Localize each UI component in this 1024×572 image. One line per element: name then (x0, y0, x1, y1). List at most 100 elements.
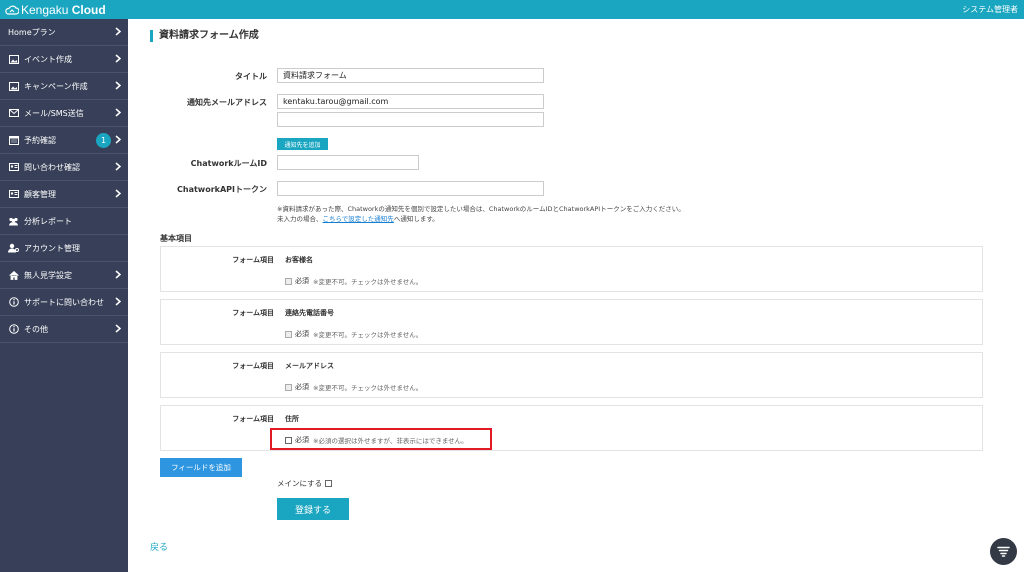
menu-fab-button[interactable] (990, 538, 1017, 565)
sidebar-item-reservation[interactable]: 予約確認 1 (0, 127, 128, 154)
sidebar-item-label: 予約確認 (24, 135, 56, 145)
sidebar-item-label: 顧客管理 (24, 189, 56, 199)
sidebar-item-analytics[interactable]: 分析レポート (0, 208, 128, 235)
title-input[interactable] (277, 68, 544, 83)
required-note: ※変更不可。チェックは外せません。 (313, 384, 423, 392)
image-icon (8, 81, 19, 92)
home-icon (8, 270, 19, 281)
chevron-right-icon (115, 297, 121, 306)
back-link[interactable]: 戻る (150, 540, 168, 553)
title-label: タイトル (235, 72, 267, 81)
users-icon (8, 216, 19, 227)
chatwork-note-line-1: ※資料請求があった際、Chatworkの通知先を個別で設定したい場合は、Chat… (277, 205, 685, 213)
sidebar-item-label: アカウント管理 (24, 243, 80, 253)
notify-settings-link[interactable]: こちらで設定した通知先 (323, 215, 394, 223)
sidebar-item-mail-sms[interactable]: メール/SMS送信 (0, 100, 128, 127)
form-field-name: 住所 (285, 415, 299, 423)
sidebar-item-home-plan[interactable]: Homeプラン (0, 19, 128, 46)
required-checkbox-disabled (285, 330, 292, 338)
sidebar-item-customers[interactable]: 顧客管理 (0, 181, 128, 208)
form-field-name: 連絡先電話番号 (285, 309, 334, 317)
form-field-label: フォーム項目 (232, 256, 274, 264)
user-gear-icon (8, 243, 19, 254)
chevron-right-icon (115, 108, 121, 117)
form-field-box: フォーム項目 お客様名 必須 ※変更不可。チェックは外せません。 (160, 246, 983, 292)
sidebar-item-label: キャンペーン作成 (24, 81, 88, 91)
chevron-right-icon (115, 81, 121, 90)
chevron-right-icon (115, 135, 121, 144)
required-label: 必須 (295, 436, 309, 444)
chatwork-room-input[interactable] (277, 155, 419, 170)
logo-prefix: Kengaku (21, 2, 69, 17)
top-bar: Kengaku Cloud システム管理者 (0, 0, 1024, 19)
form-field-box: フォーム項目 連絡先電話番号 必須 ※変更不可。チェックは外せません。 (160, 299, 983, 345)
logo-bold: Cloud (71, 2, 106, 17)
sidebar-item-unmanned-tour[interactable]: 無人見学設定 (0, 262, 128, 289)
image-icon (8, 54, 19, 65)
sidebar-item-label: Homeプラン (8, 27, 56, 37)
required-note: ※変更不可。チェックは外せません。 (313, 331, 423, 339)
add-notify-target-button[interactable]: 通知先を追加 (277, 138, 328, 150)
chatwork-token-label: ChatworkAPIトークン (177, 185, 267, 194)
calendar-icon (8, 135, 19, 146)
form-field-box: フォーム項目 住所 必須 ※必須の選択は外せますが、非表示にはできません。 (160, 405, 983, 451)
id-card-icon (8, 162, 19, 173)
form-field-label: フォーム項目 (232, 415, 274, 423)
chevron-right-icon (115, 189, 121, 198)
kengaku-cloud-logo[interactable]: Kengaku Cloud (5, 2, 106, 17)
sidebar-item-support[interactable]: サポートに問い合わせ (0, 289, 128, 316)
chevron-right-icon (115, 270, 121, 279)
chatwork-room-label: ChatworkルームID (190, 159, 267, 168)
make-main-checkbox[interactable] (325, 480, 333, 487)
sidebar-item-label: イベント作成 (24, 54, 72, 64)
notify-email-input-1[interactable] (277, 94, 544, 109)
form-field-name: お客様名 (285, 256, 313, 264)
add-field-button[interactable]: フィールドを追加 (160, 458, 242, 477)
required-label: 必須 (295, 277, 309, 285)
notification-badge: 1 (96, 133, 111, 148)
make-main-row: メインにする (277, 478, 333, 489)
user-menu[interactable]: システム管理者 (962, 4, 1018, 15)
chevron-right-icon (115, 54, 121, 63)
required-label: 必須 (295, 383, 309, 391)
required-note: ※必須の選択は外せますが、非表示にはできません。 (313, 437, 468, 445)
form-field-name: メールアドレス (285, 362, 334, 370)
form-field-box: フォーム項目 メールアドレス 必須 ※変更不可。チェックは外せません。 (160, 352, 983, 398)
sidebar-item-account[interactable]: アカウント管理 (0, 235, 128, 262)
note-prefix: 未入力の場合、 (277, 215, 323, 223)
info-icon (8, 297, 19, 308)
chevron-right-icon (115, 162, 121, 171)
cloud-house-icon (5, 5, 19, 15)
required-checkbox-disabled (285, 277, 292, 285)
sidebar-item-label: 問い合わせ確認 (24, 162, 80, 172)
form-field-label: フォーム項目 (232, 362, 274, 370)
sidebar-item-event-create[interactable]: イベント作成 (0, 46, 128, 73)
sidebar-item-inquiry[interactable]: 問い合わせ確認 (0, 154, 128, 181)
sidebar-item-label: サポートに問い合わせ (24, 297, 104, 307)
basic-section-heading: 基本項目 (160, 234, 192, 243)
required-note: ※変更不可。チェックは外せません。 (313, 278, 423, 286)
envelope-icon (8, 108, 19, 119)
sidebar-item-label: 無人見学設定 (24, 270, 72, 280)
filter-list-icon (997, 546, 1010, 557)
required-checkbox-disabled (285, 383, 292, 391)
sidebar-item-label: 分析レポート (24, 216, 72, 226)
chevron-right-icon (115, 27, 121, 36)
notify-email-input-2[interactable] (277, 112, 544, 127)
sidebar-item-label: メール/SMS送信 (24, 108, 84, 118)
sidebar-item-other[interactable]: その他 (0, 316, 128, 343)
page-title: 資料請求フォーム作成 (150, 30, 259, 42)
required-checkbox[interactable] (285, 436, 292, 444)
chevron-right-icon (115, 324, 121, 333)
chatwork-note-line-2: 未入力の場合、こちらで設定した通知先へ通知します。 (277, 213, 439, 223)
sidebar-item-campaign-create[interactable]: キャンペーン作成 (0, 73, 128, 100)
submit-button[interactable]: 登録する (277, 498, 349, 520)
info-icon (8, 324, 19, 335)
sidebar-item-label: その他 (24, 324, 48, 334)
form-field-label: フォーム項目 (232, 309, 274, 317)
sidebar: Homeプラン イベント作成 キャンペーン作成 メール/SMS送信 予約確認 1… (0, 19, 128, 572)
chatwork-token-input[interactable] (277, 181, 544, 196)
make-main-label: メインにする (277, 479, 323, 488)
id-card-icon (8, 189, 19, 200)
note-suffix: へ通知します。 (393, 215, 439, 223)
